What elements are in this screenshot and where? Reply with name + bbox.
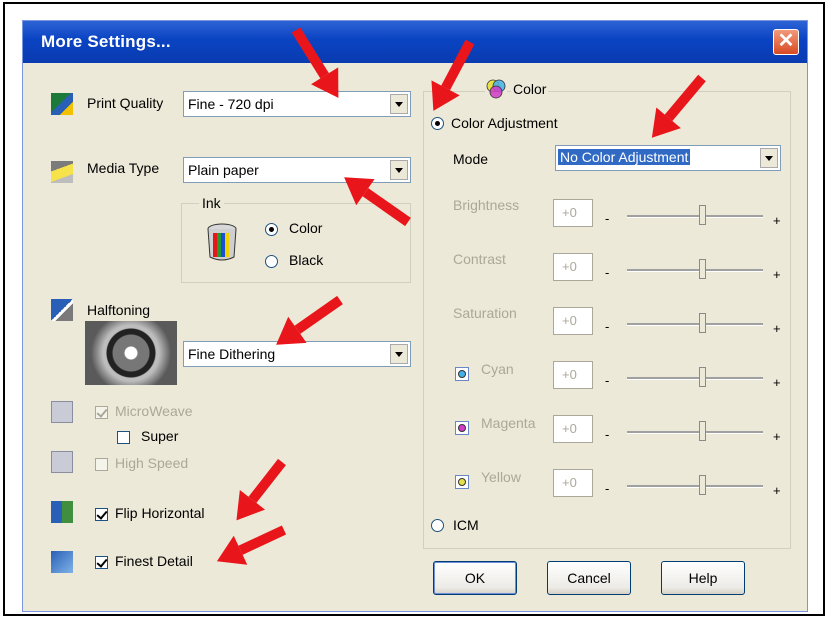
slider-track[interactable] xyxy=(627,431,763,434)
slider-value: +0 xyxy=(562,475,577,490)
slider-minus: - xyxy=(605,481,610,496)
slider-plus: + xyxy=(773,321,781,336)
slider-plus: + xyxy=(773,213,781,228)
chevron-down-icon[interactable] xyxy=(760,148,778,168)
slider-minus: - xyxy=(605,319,610,334)
slider-value: +0 xyxy=(562,313,577,328)
slider-value-field[interactable]: +0 xyxy=(553,253,593,281)
chevron-down-icon[interactable] xyxy=(390,160,408,180)
slider-track[interactable] xyxy=(627,377,763,380)
slider-plus: + xyxy=(773,267,781,282)
slider-row: Saturation +0 - + xyxy=(23,303,807,343)
yellow-swatch-icon xyxy=(455,475,469,489)
slider-minus: - xyxy=(605,373,610,388)
media-type-label: Media Type xyxy=(87,160,160,176)
finest-detail-checkbox[interactable] xyxy=(95,556,108,569)
slider-minus: - xyxy=(605,265,610,280)
slider-value-field[interactable]: +0 xyxy=(553,307,593,335)
slider-label: Saturation xyxy=(453,305,517,321)
print-quality-value: Fine - 720 dpi xyxy=(188,96,274,112)
mode-label: Mode xyxy=(453,151,489,167)
window-title: More Settings... xyxy=(41,32,171,51)
slider-row: Magenta +0 - + xyxy=(23,411,807,451)
color-circles-icon xyxy=(485,79,507,99)
mode-value: No Color Adjustment xyxy=(558,149,691,165)
slider-row: Brightness +0 - + xyxy=(23,195,807,235)
more-settings-dialog: More Settings... ✕ Print Quality Fine - … xyxy=(22,20,808,612)
flip-horizontal-checkbox[interactable] xyxy=(95,508,108,521)
slider-minus: - xyxy=(605,427,610,442)
slider-thumb[interactable] xyxy=(699,313,706,333)
slider-track[interactable] xyxy=(627,215,763,218)
slider-value: +0 xyxy=(562,421,577,436)
icm-label: ICM xyxy=(453,517,479,533)
slider-row: Contrast +0 - + xyxy=(23,249,807,289)
media-type-icon xyxy=(51,161,73,183)
slider-label: Magenta xyxy=(481,415,536,431)
slider-plus: + xyxy=(773,429,781,444)
color-group-label: Color xyxy=(511,81,549,97)
slider-row: Yellow +0 - + xyxy=(23,465,807,505)
slider-label: Cyan xyxy=(481,361,514,377)
close-button[interactable]: ✕ xyxy=(773,29,799,55)
chevron-down-icon[interactable] xyxy=(390,94,408,114)
slider-value-field[interactable]: +0 xyxy=(553,469,593,497)
help-button[interactable]: Help xyxy=(661,561,745,595)
print-quality-label: Print Quality xyxy=(87,95,164,111)
slider-value: +0 xyxy=(562,367,577,382)
slider-track[interactable] xyxy=(627,485,763,488)
slider-value: +0 xyxy=(562,205,577,220)
slider-label: Brightness xyxy=(453,197,520,213)
slider-plus: + xyxy=(773,375,781,390)
title-bar[interactable]: More Settings... ✕ xyxy=(23,21,807,63)
slider-thumb[interactable] xyxy=(699,421,706,441)
cancel-button[interactable]: Cancel xyxy=(547,561,631,595)
slider-track[interactable] xyxy=(627,269,763,272)
slider-minus: - xyxy=(605,211,610,226)
media-type-value: Plain paper xyxy=(188,162,259,178)
slider-label: Yellow xyxy=(481,469,521,485)
slider-track[interactable] xyxy=(627,323,763,326)
icm-radio[interactable] xyxy=(431,519,444,532)
print-quality-select[interactable]: Fine - 720 dpi xyxy=(183,91,411,117)
slider-thumb[interactable] xyxy=(699,475,706,495)
ok-button[interactable]: OK xyxy=(433,561,517,595)
slider-thumb[interactable] xyxy=(699,259,706,279)
slider-row: Cyan +0 - + xyxy=(23,357,807,397)
slider-value-field[interactable]: +0 xyxy=(553,361,593,389)
color-adjustment-radio[interactable] xyxy=(431,117,444,130)
print-quality-icon xyxy=(51,93,73,115)
color-adjustment-label: Color Adjustment xyxy=(451,115,558,131)
slider-value-field[interactable]: +0 xyxy=(553,415,593,443)
slider-thumb[interactable] xyxy=(699,367,706,387)
finest-detail-icon xyxy=(51,551,73,573)
flip-horizontal-label: Flip Horizontal xyxy=(115,505,205,521)
cyan-swatch-icon xyxy=(455,367,469,381)
mode-select[interactable]: No Color Adjustment xyxy=(555,145,781,171)
slider-value: +0 xyxy=(562,259,577,274)
slider-value-field[interactable]: +0 xyxy=(553,199,593,227)
magenta-swatch-icon xyxy=(455,421,469,435)
slider-plus: + xyxy=(773,483,781,498)
finest-detail-label: Finest Detail xyxy=(115,553,193,569)
slider-thumb[interactable] xyxy=(699,205,706,225)
media-type-select[interactable]: Plain paper xyxy=(183,157,411,183)
slider-label: Contrast xyxy=(453,251,506,267)
